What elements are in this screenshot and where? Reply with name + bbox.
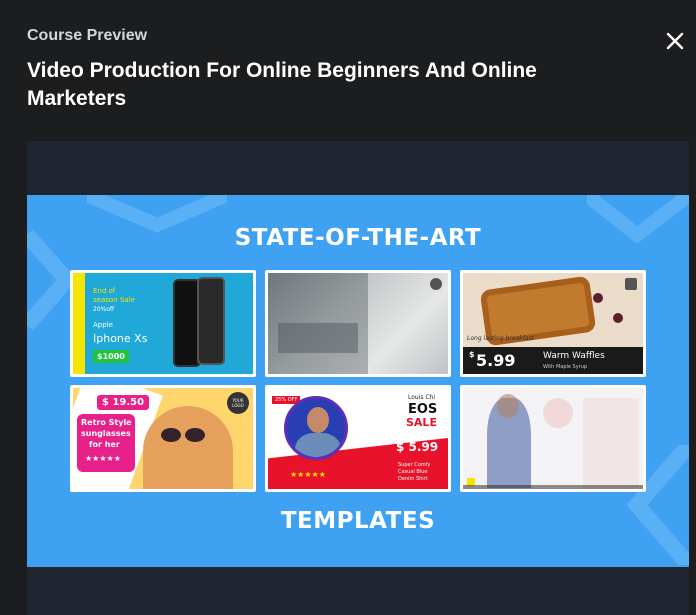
thumb-text: for her bbox=[89, 440, 120, 449]
headline-top: STATE-OF-THE-ART bbox=[234, 225, 482, 251]
thumb-text: season Sale bbox=[93, 296, 135, 304]
video-player[interactable]: STATE-OF-THE-ART End of season Sale 20%o… bbox=[27, 141, 689, 615]
template-thumb-eos: 25% OFF ★★★★★ Louis Chi EOS SALE $ 5.99 … bbox=[265, 385, 451, 492]
thumb-text: Apple bbox=[93, 321, 113, 329]
phone-image bbox=[197, 277, 225, 365]
template-thumb-fashion bbox=[460, 385, 646, 492]
header-eyebrow: Course Preview bbox=[27, 27, 148, 44]
thumb-price: 5.99 bbox=[476, 351, 516, 370]
thumb-text: Long lasting breakfast bbox=[467, 335, 534, 342]
thumb-text: Denim Shirt bbox=[398, 476, 428, 482]
template-thumb-waffles: Long lasting breakfast $ 5.99 Warm Waffl… bbox=[460, 270, 646, 377]
thumb-text: Casual Blue bbox=[398, 469, 428, 475]
thumb-price: $ 5.99 bbox=[396, 440, 439, 454]
thumb-text: Warm Waffles bbox=[543, 351, 605, 361]
template-thumb-interior bbox=[265, 270, 451, 377]
thumb-price: $ 19.50 bbox=[97, 395, 150, 410]
headline-bottom: TEMPLATES bbox=[280, 508, 436, 534]
thumb-text: Iphone Xs bbox=[93, 332, 148, 345]
template-thumb-retro: $ 19.50 Retro Style sunglasses for her ★… bbox=[70, 385, 256, 492]
thumb-text: sunglasses bbox=[81, 429, 131, 438]
thumb-text: Retro Style bbox=[81, 418, 132, 427]
thumb-price: $1000 bbox=[93, 350, 129, 363]
close-icon bbox=[666, 32, 684, 50]
video-frame[interactable]: STATE-OF-THE-ART End of season Sale 20%o… bbox=[27, 195, 689, 567]
logo-badge: YOUR LOGO bbox=[227, 392, 249, 414]
rating-stars-icon: ★★★★★ bbox=[85, 454, 121, 463]
thumb-text: EOS bbox=[408, 402, 438, 417]
page-title: Video Production For Online Beginners An… bbox=[27, 59, 537, 110]
model-image bbox=[143, 406, 233, 489]
close-button[interactable] bbox=[662, 28, 688, 54]
thumb-text: 20%off bbox=[93, 306, 115, 313]
thumb-text: End of bbox=[93, 287, 116, 295]
thumb-text: $ bbox=[469, 350, 475, 359]
rating-stars-icon: ★★★★★ bbox=[290, 470, 326, 479]
template-thumb-iphone: End of season Sale 20%off Apple Iphone X… bbox=[70, 270, 256, 377]
thumb-text: With Maple Syrup bbox=[543, 364, 588, 370]
thumb-text: Louis Chi bbox=[408, 394, 436, 401]
thumb-text: Super Comfy bbox=[398, 462, 431, 468]
thumb-text: SALE bbox=[406, 416, 437, 429]
model-image bbox=[284, 396, 348, 460]
